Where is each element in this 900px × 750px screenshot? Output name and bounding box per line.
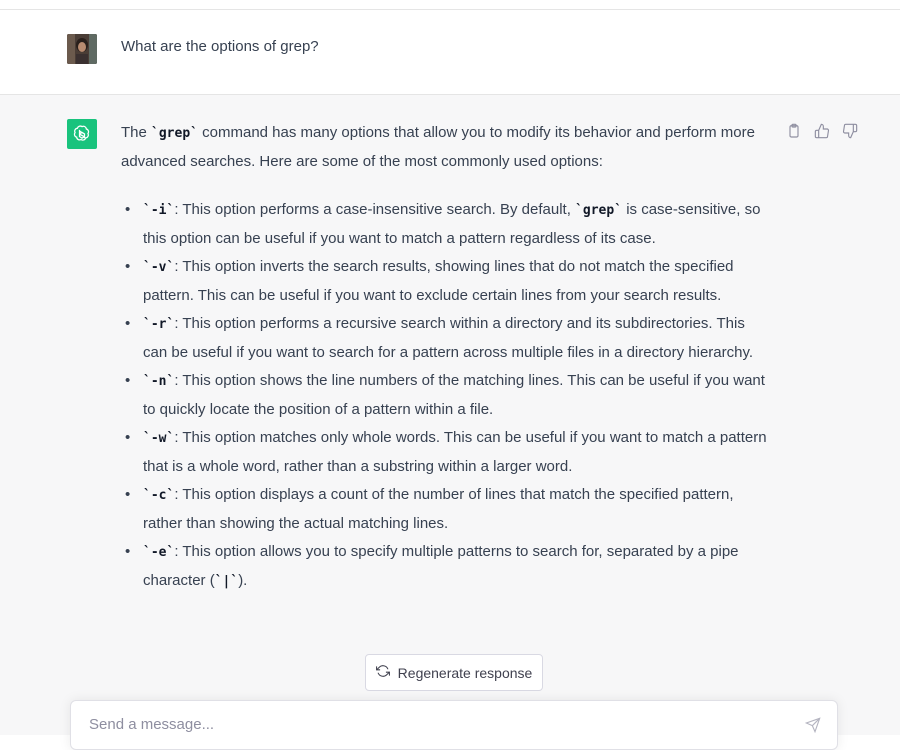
list-item: `-v`: This option inverts the search res… [125,253,771,310]
option-code: `-w` [143,431,175,446]
message-actions [786,123,858,139]
regenerate-label: Regenerate response [397,664,533,681]
intro-text-2: command has many options that allow you … [121,124,755,170]
option-code-inline: `grep` [575,203,623,218]
option-code: `-c` [143,488,175,503]
user-message-text: What are the options of grep? [121,38,319,55]
option-code: `-r` [143,317,175,332]
send-icon[interactable] [804,717,821,734]
options-list: `-i`: This option performs a case-insens… [121,196,771,596]
option-text: : This option displays a count of the nu… [143,486,734,532]
option-code: `-n` [143,374,175,389]
thumbs-up-icon[interactable] [814,123,830,139]
intro-text-1: The [121,124,152,141]
option-code-inline: `|` [214,574,239,589]
list-item: `-r`: This option performs a recursive s… [125,310,771,367]
refresh-icon [375,664,390,681]
list-item: `-c`: This option displays a count of th… [125,481,771,538]
list-item: `-n`: This option shows the line numbers… [125,367,771,424]
option-code: `-v` [143,260,175,275]
message-input[interactable] [87,715,791,734]
message-composer [70,700,838,750]
user-avatar [67,34,97,64]
clipboard-icon[interactable] [786,123,802,139]
option-code: `-i` [143,203,175,218]
regenerate-response-button[interactable]: Regenerate response [365,654,543,691]
thumbs-down-icon[interactable] [842,123,858,139]
option-text: : This option performs a case-insensitiv… [174,201,576,218]
list-item: `-e`: This option allows you to specify … [125,538,771,596]
inline-code: `grep` [151,126,198,141]
option-code: `-e` [143,545,175,560]
list-item: `-i`: This option performs a case-insens… [125,196,771,253]
assistant-message-content: The `grep` command has many options that… [121,119,771,596]
option-text: : This option shows the line numbers of … [143,372,765,418]
option-text: : This option performs a recursive searc… [143,315,754,361]
option-text: : This option matches only whole words. … [143,429,767,475]
chatgpt-logo-icon [67,119,97,149]
assistant-message-row: The `grep` command has many options that… [0,95,900,735]
intro-paragraph: The `grep` command has many options that… [121,119,771,176]
option-text-cont: ). [238,572,248,589]
user-message-row: What are the options of grep? [0,10,900,95]
option-text: : This option inverts the search results… [143,258,734,304]
list-item: `-w`: This option matches only whole wor… [125,424,771,481]
